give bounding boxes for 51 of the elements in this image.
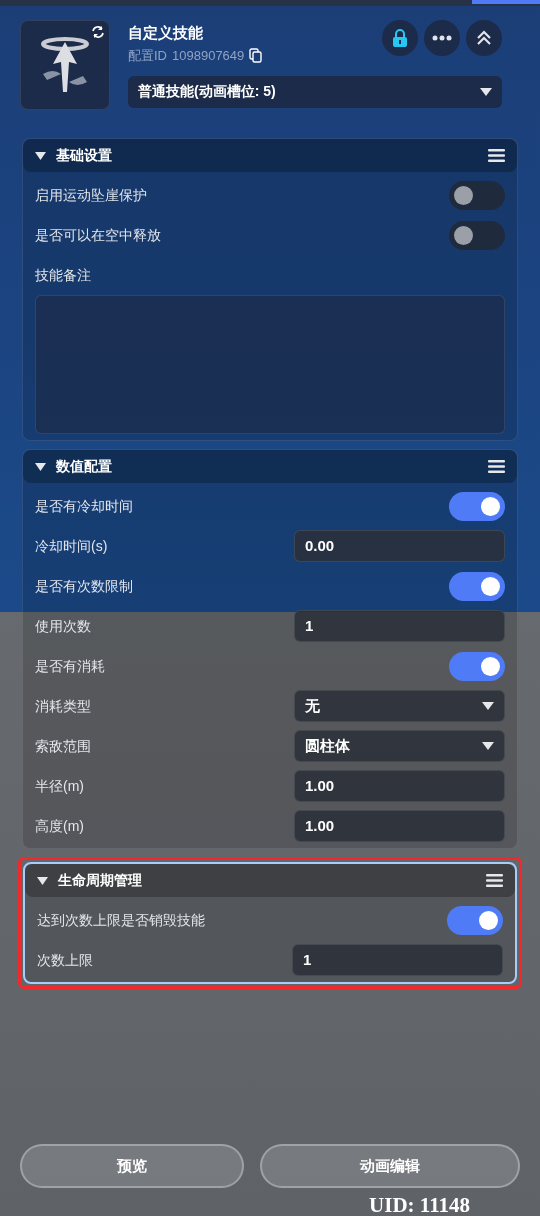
- toggle-switch[interactable]: [449, 651, 505, 681]
- field-label: 冷却时间(s): [35, 536, 108, 556]
- dropdown-caret-icon: [480, 87, 492, 96]
- copy-icon[interactable]: [249, 48, 263, 64]
- dropdown-caret-icon: [482, 742, 494, 750]
- field-label: 索敌范围: [35, 736, 91, 756]
- menu-icon[interactable]: [488, 460, 505, 473]
- field-label: 技能备注: [35, 266, 92, 285]
- toggle-switch[interactable]: [447, 905, 503, 935]
- menu-icon[interactable]: [488, 149, 505, 162]
- dropdown-select[interactable]: 无: [294, 690, 505, 722]
- field-label: 使用次数: [35, 616, 91, 636]
- field-label: 是否有冷却时间: [35, 496, 133, 516]
- input-field[interactable]: 1: [294, 610, 505, 642]
- section-header[interactable]: 生命周期管理: [25, 864, 515, 897]
- preview-button[interactable]: 预览: [20, 1144, 244, 1188]
- field-label: 次数上限: [37, 950, 93, 970]
- caret-down-icon: [37, 876, 48, 885]
- field-label: 高度(m): [35, 816, 84, 836]
- section-header[interactable]: 数值配置: [23, 450, 517, 483]
- caret-down-icon: [35, 462, 46, 471]
- section-title: 生命周期管理: [58, 871, 143, 890]
- refresh-icon[interactable]: [91, 25, 105, 39]
- section-title: 基础设置: [56, 146, 113, 165]
- uid-text: UID: 11148: [369, 1194, 470, 1216]
- config-id: 1098907649: [172, 47, 245, 65]
- skill-type-select[interactable]: 普通技能(动画槽位: 5): [128, 75, 502, 108]
- config-id-label: 配置ID: [128, 47, 167, 65]
- section-title: 数值配置: [56, 457, 113, 476]
- menu-icon[interactable]: [486, 874, 503, 887]
- skill-icon-tile[interactable]: [20, 20, 110, 110]
- section-header[interactable]: 基础设置: [23, 139, 517, 172]
- field-label: 消耗类型: [35, 696, 91, 716]
- double-chevron-up-icon: [476, 30, 492, 46]
- field-label: 启用运动坠崖保护: [35, 185, 147, 205]
- dropdown-caret-icon: [482, 702, 494, 710]
- input-field[interactable]: 1: [292, 944, 503, 976]
- more-icon: [432, 35, 452, 41]
- field-label: 是否可以在空中释放: [35, 225, 161, 245]
- field-label: 是否有次数限制: [35, 576, 133, 596]
- dropdown-select[interactable]: 圆柱体: [294, 730, 505, 762]
- input-field[interactable]: 1.00: [294, 810, 505, 842]
- input-field[interactable]: 1.00: [294, 770, 505, 802]
- caret-down-icon: [35, 151, 46, 160]
- input-field[interactable]: 0.00: [294, 530, 505, 562]
- field-label: 是否有消耗: [35, 656, 105, 676]
- field-label: 半径(m): [35, 776, 84, 796]
- lock-icon: [392, 29, 408, 47]
- animation-edit-button[interactable]: 动画编辑: [260, 1144, 520, 1188]
- skill-title: 自定义技能: [128, 23, 204, 43]
- field-label: 达到次数上限是否销毁技能: [37, 910, 205, 930]
